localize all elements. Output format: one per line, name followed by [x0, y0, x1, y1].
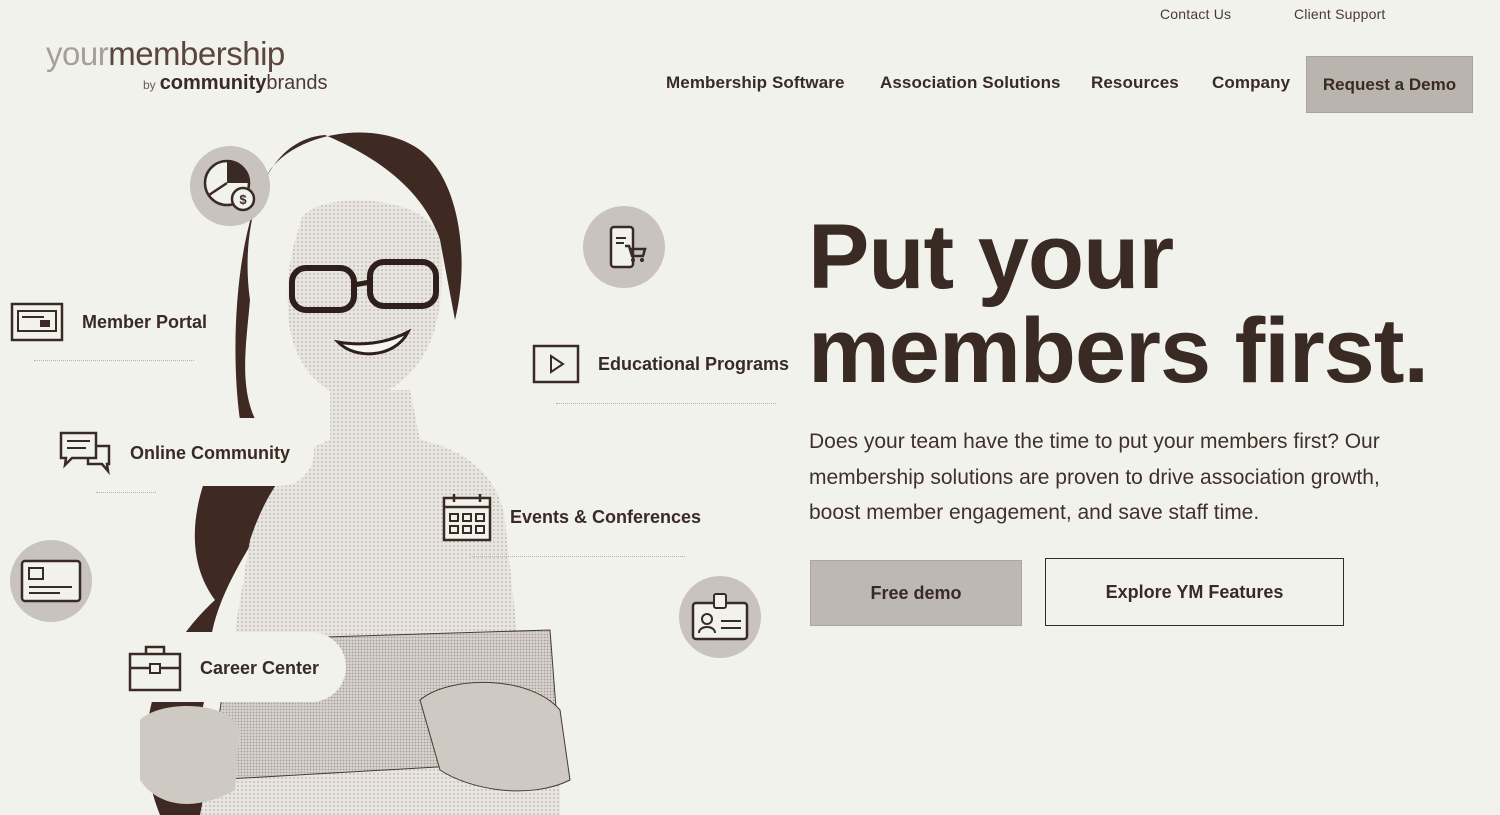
explore-features-button[interactable]: Explore YM Features	[1045, 558, 1344, 626]
request-demo-button[interactable]: Request a Demo	[1306, 56, 1473, 113]
nav-resources[interactable]: Resources	[1091, 73, 1179, 93]
headline-line-2: members first.	[808, 300, 1429, 402]
divider	[34, 360, 194, 361]
feature-events-conferences: Events & Conferences	[442, 492, 701, 542]
svg-text:$: $	[239, 192, 247, 207]
play-video-icon	[532, 344, 580, 384]
page: Contact Us Client Support yourmembership…	[0, 0, 1500, 815]
mobile-cart-icon	[583, 206, 665, 288]
member-portal-label: Member Portal	[82, 311, 208, 332]
headline-line-1: Put your	[808, 206, 1174, 308]
nav-membership-software[interactable]: Membership Software	[666, 73, 845, 93]
nav-company[interactable]: Company	[1212, 73, 1290, 93]
feature-member-portal: Member Portal	[10, 302, 207, 342]
id-card-icon	[10, 540, 92, 622]
divider	[556, 403, 776, 404]
online-community-label: Online Community	[130, 442, 291, 463]
calendar-icon	[442, 494, 492, 542]
feature-online-community: Online Community	[58, 430, 290, 476]
logo[interactable]: yourmembership by communitybrands	[46, 35, 328, 95]
career-center-label: Career Center	[200, 657, 320, 678]
divider	[470, 556, 685, 557]
contact-us-link[interactable]: Contact Us	[1160, 6, 1231, 22]
feature-career-center: Career Center	[128, 644, 319, 692]
chat-bubbles-icon	[59, 431, 111, 476]
logo-byline: by communitybrands	[143, 72, 328, 94]
feature-educational-programs: Educational Programs	[532, 344, 789, 384]
nav-association-solutions[interactable]: Association Solutions	[880, 73, 1061, 93]
badge-icon	[679, 576, 761, 658]
logo-wordmark: yourmembership	[46, 35, 285, 72]
client-support-link[interactable]: Client Support	[1294, 6, 1386, 22]
hero-headline: Put your members first.	[808, 210, 1468, 398]
hero-illustration: $ Member Portal Educational Programs Onl…	[0, 120, 800, 815]
educational-programs-label: Educational Programs	[598, 353, 790, 374]
briefcase-icon	[128, 645, 182, 692]
browser-window-icon	[10, 302, 64, 342]
free-demo-button[interactable]: Free demo	[810, 560, 1022, 626]
divider	[96, 492, 156, 493]
events-conferences-label: Events & Conferences	[510, 506, 702, 527]
hero-subtext: Does your team have the time to put your…	[809, 430, 1380, 524]
pie-chart-dollar-icon: $	[190, 146, 270, 226]
